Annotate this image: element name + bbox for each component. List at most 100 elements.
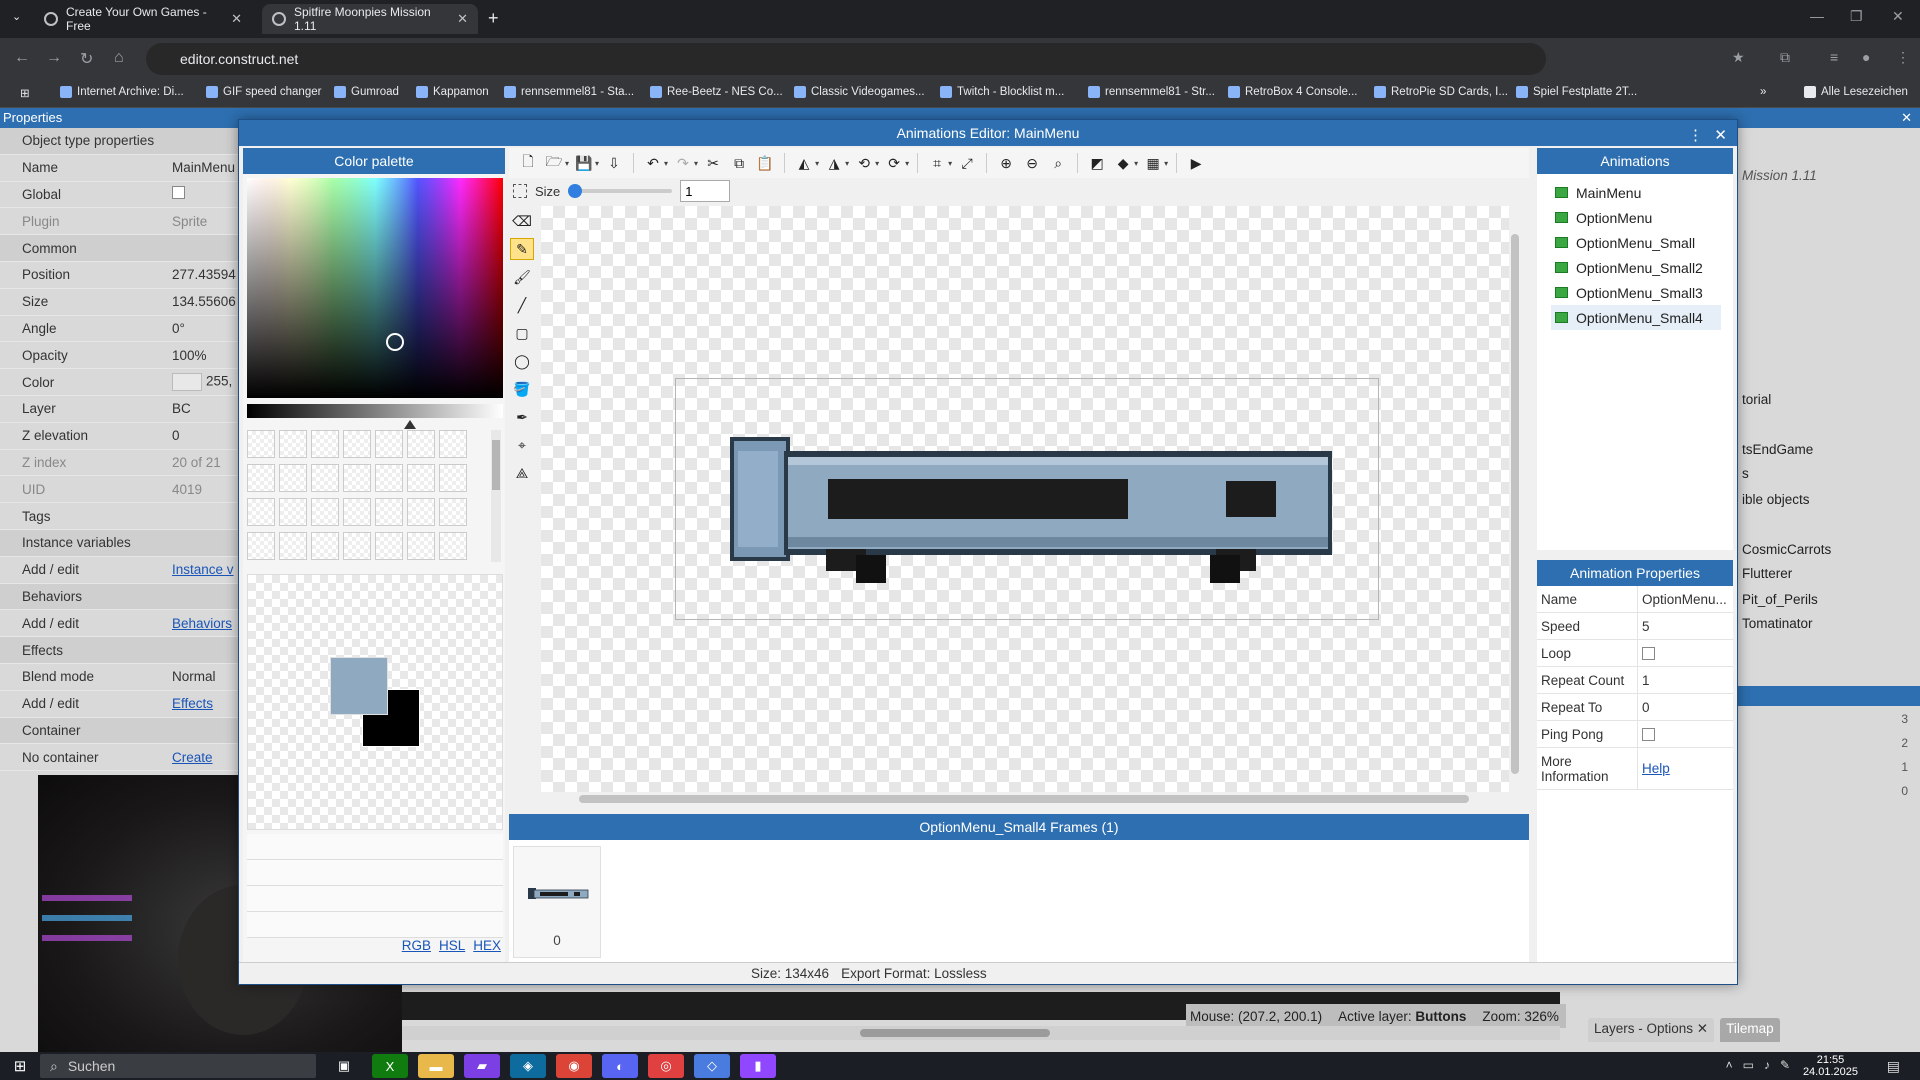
property-row[interactable]: Add / edit Behaviors: [0, 610, 240, 638]
eraser-icon[interactable]: ⌫: [510, 210, 534, 232]
copy-icon[interactable]: ⧉: [728, 152, 750, 174]
obs-icon[interactable]: ◎: [648, 1054, 684, 1078]
palette-swatch[interactable]: [375, 498, 403, 526]
rgb-mode-link[interactable]: RGB: [402, 938, 431, 953]
bookmark-item[interactable]: GIF speed changer: [206, 86, 321, 98]
bookmark-item[interactable]: Kappamon: [416, 86, 489, 98]
origin-point-icon[interactable]: ⌖: [510, 434, 534, 456]
redo-icon[interactable]: ↷: [672, 152, 694, 174]
close-icon[interactable]: ✕: [457, 11, 468, 27]
palette-swatch[interactable]: [343, 498, 371, 526]
property-row[interactable]: Opacity 100%: [0, 342, 240, 370]
back-arrow-icon[interactable]: ←: [14, 49, 30, 67]
layout-horizontal-scrollbar[interactable]: [400, 1026, 1560, 1040]
palette-swatch[interactable]: [311, 498, 339, 526]
close-icon[interactable]: ✕: [231, 11, 242, 27]
animation-item[interactable]: OptionMenu_Small3: [1555, 280, 1733, 305]
property-row[interactable]: Plugin Sprite: [0, 208, 240, 236]
app-icon[interactable]: ▰: [464, 1054, 500, 1078]
tab-search-icon[interactable]: ⌄: [12, 10, 21, 23]
color-picker-icon[interactable]: ✒: [510, 406, 534, 428]
palette-swatch[interactable]: [439, 430, 467, 458]
luminance-marker[interactable]: [404, 420, 416, 429]
all-bookmarks[interactable]: Alle Lesezeichen: [1804, 86, 1908, 98]
new-tab-button[interactable]: +: [488, 8, 499, 29]
bookmark-item[interactable]: Gumroad: [334, 86, 399, 98]
palette-swatch[interactable]: [407, 498, 435, 526]
scrollbar-thumb[interactable]: [1511, 234, 1519, 774]
animation-item[interactable]: OptionMenu_Small4: [1551, 305, 1721, 330]
color-picker-cursor[interactable]: [386, 333, 404, 351]
zoom-in-icon[interactable]: ⊕: [995, 152, 1017, 174]
reload-icon[interactable]: ↻: [80, 49, 93, 69]
palette-swatch[interactable]: [375, 532, 403, 560]
collision-polygon-icon[interactable]: ⟁: [510, 462, 534, 484]
animation-property-row[interactable]: Repeat Count 1: [1537, 667, 1733, 694]
swatch-scrollbar[interactable]: [491, 430, 501, 562]
notifications-icon[interactable]: ▤: [1887, 1058, 1900, 1075]
resize-icon[interactable]: ⤢: [956, 152, 978, 174]
home-icon[interactable]: ⌂: [114, 49, 124, 67]
checkbox[interactable]: [1642, 727, 1655, 741]
property-row[interactable]: Size 134.55606: [0, 289, 240, 316]
palette-swatch[interactable]: [407, 430, 435, 458]
palette-swatch[interactable]: [279, 532, 307, 560]
kebab-menu-icon[interactable]: ⋮: [1688, 123, 1703, 149]
flip-horizontal-icon[interactable]: ◭: [793, 152, 815, 174]
animation-item[interactable]: MainMenu: [1555, 180, 1733, 205]
zoom-out-icon[interactable]: ⊖: [1021, 152, 1043, 174]
property-row[interactable]: Name MainMenu: [0, 155, 240, 182]
discord-icon[interactable]: ◐: [602, 1054, 638, 1078]
property-link[interactable]: Effects: [150, 696, 240, 711]
palette-swatch[interactable]: [375, 430, 403, 458]
scrollbar-thumb[interactable]: [860, 1029, 1050, 1037]
hsl-mode-link[interactable]: HSL: [439, 938, 465, 953]
project-item[interactable]: Pit_of_Perils: [1742, 592, 1818, 607]
kebab-menu-icon[interactable]: ⋮: [1896, 49, 1910, 66]
property-link[interactable]: Create: [150, 750, 240, 765]
hex-mode-link[interactable]: HEX: [473, 938, 501, 953]
project-item[interactable]: Tomatinator: [1742, 616, 1813, 631]
restore-icon[interactable]: ❐: [1850, 8, 1863, 25]
palette-swatch[interactable]: [343, 532, 371, 560]
slider-knob[interactable]: [568, 184, 583, 198]
more-bookmarks-icon[interactable]: »: [1760, 86, 1766, 98]
network-icon[interactable]: ▭: [1743, 1058, 1754, 1072]
primary-color-swatch[interactable]: [330, 657, 388, 715]
selection-icon[interactable]: [513, 184, 527, 198]
project-item[interactable]: Flutterer: [1742, 566, 1792, 581]
palette-swatch[interactable]: [247, 498, 275, 526]
project-item[interactable]: s: [1742, 466, 1749, 481]
palette-swatch[interactable]: [343, 430, 371, 458]
palette-swatch[interactable]: [439, 464, 467, 492]
checkbox[interactable]: [172, 186, 185, 200]
bookmark-item[interactable]: Ree-Beetz - NES Co...: [650, 86, 783, 98]
twitch-icon[interactable]: ▮: [740, 1054, 776, 1078]
property-row[interactable]: Angle 0°: [0, 316, 240, 343]
bookmark-item[interactable]: Classic Videogames...: [794, 86, 925, 98]
palette-swatch[interactable]: [407, 464, 435, 492]
property-row[interactable]: Position 277.43594: [0, 262, 240, 289]
layers-icon[interactable]: ◆: [1112, 152, 1134, 174]
taskbar-clock[interactable]: 21:55 24.01.2025: [1803, 1054, 1858, 1078]
pencil-icon[interactable]: ✎: [510, 238, 534, 260]
animation-item[interactable]: OptionMenu: [1555, 205, 1733, 230]
file-explorer-icon[interactable]: ▬: [418, 1054, 454, 1078]
grid-icon[interactable]: ▦: [1142, 152, 1164, 174]
palette-swatch[interactable]: [279, 430, 307, 458]
tab-layers-options[interactable]: Layers - Options ✕: [1588, 1018, 1715, 1042]
undo-icon[interactable]: ↶: [642, 152, 664, 174]
luminance-slider[interactable]: [247, 404, 503, 418]
animation-item[interactable]: OptionMenu_Small: [1555, 230, 1733, 255]
animation-property-row[interactable]: Ping Pong: [1537, 721, 1733, 748]
xbox-app-icon[interactable]: X: [372, 1054, 408, 1078]
media-icon[interactable]: ≡: [1830, 49, 1838, 65]
bookmark-item[interactable]: Internet Archive: Di...: [60, 86, 184, 98]
paste-icon[interactable]: 📋: [754, 152, 776, 174]
brush-size-input[interactable]: [680, 180, 731, 202]
crop-icon[interactable]: ⌗: [926, 152, 948, 174]
property-row[interactable]: Z elevation 0: [0, 423, 240, 450]
rotate-ccw-icon[interactable]: ⟲: [853, 152, 875, 174]
star-icon[interactable]: ★: [1732, 49, 1745, 66]
project-item[interactable]: tsEndGame: [1742, 442, 1813, 457]
